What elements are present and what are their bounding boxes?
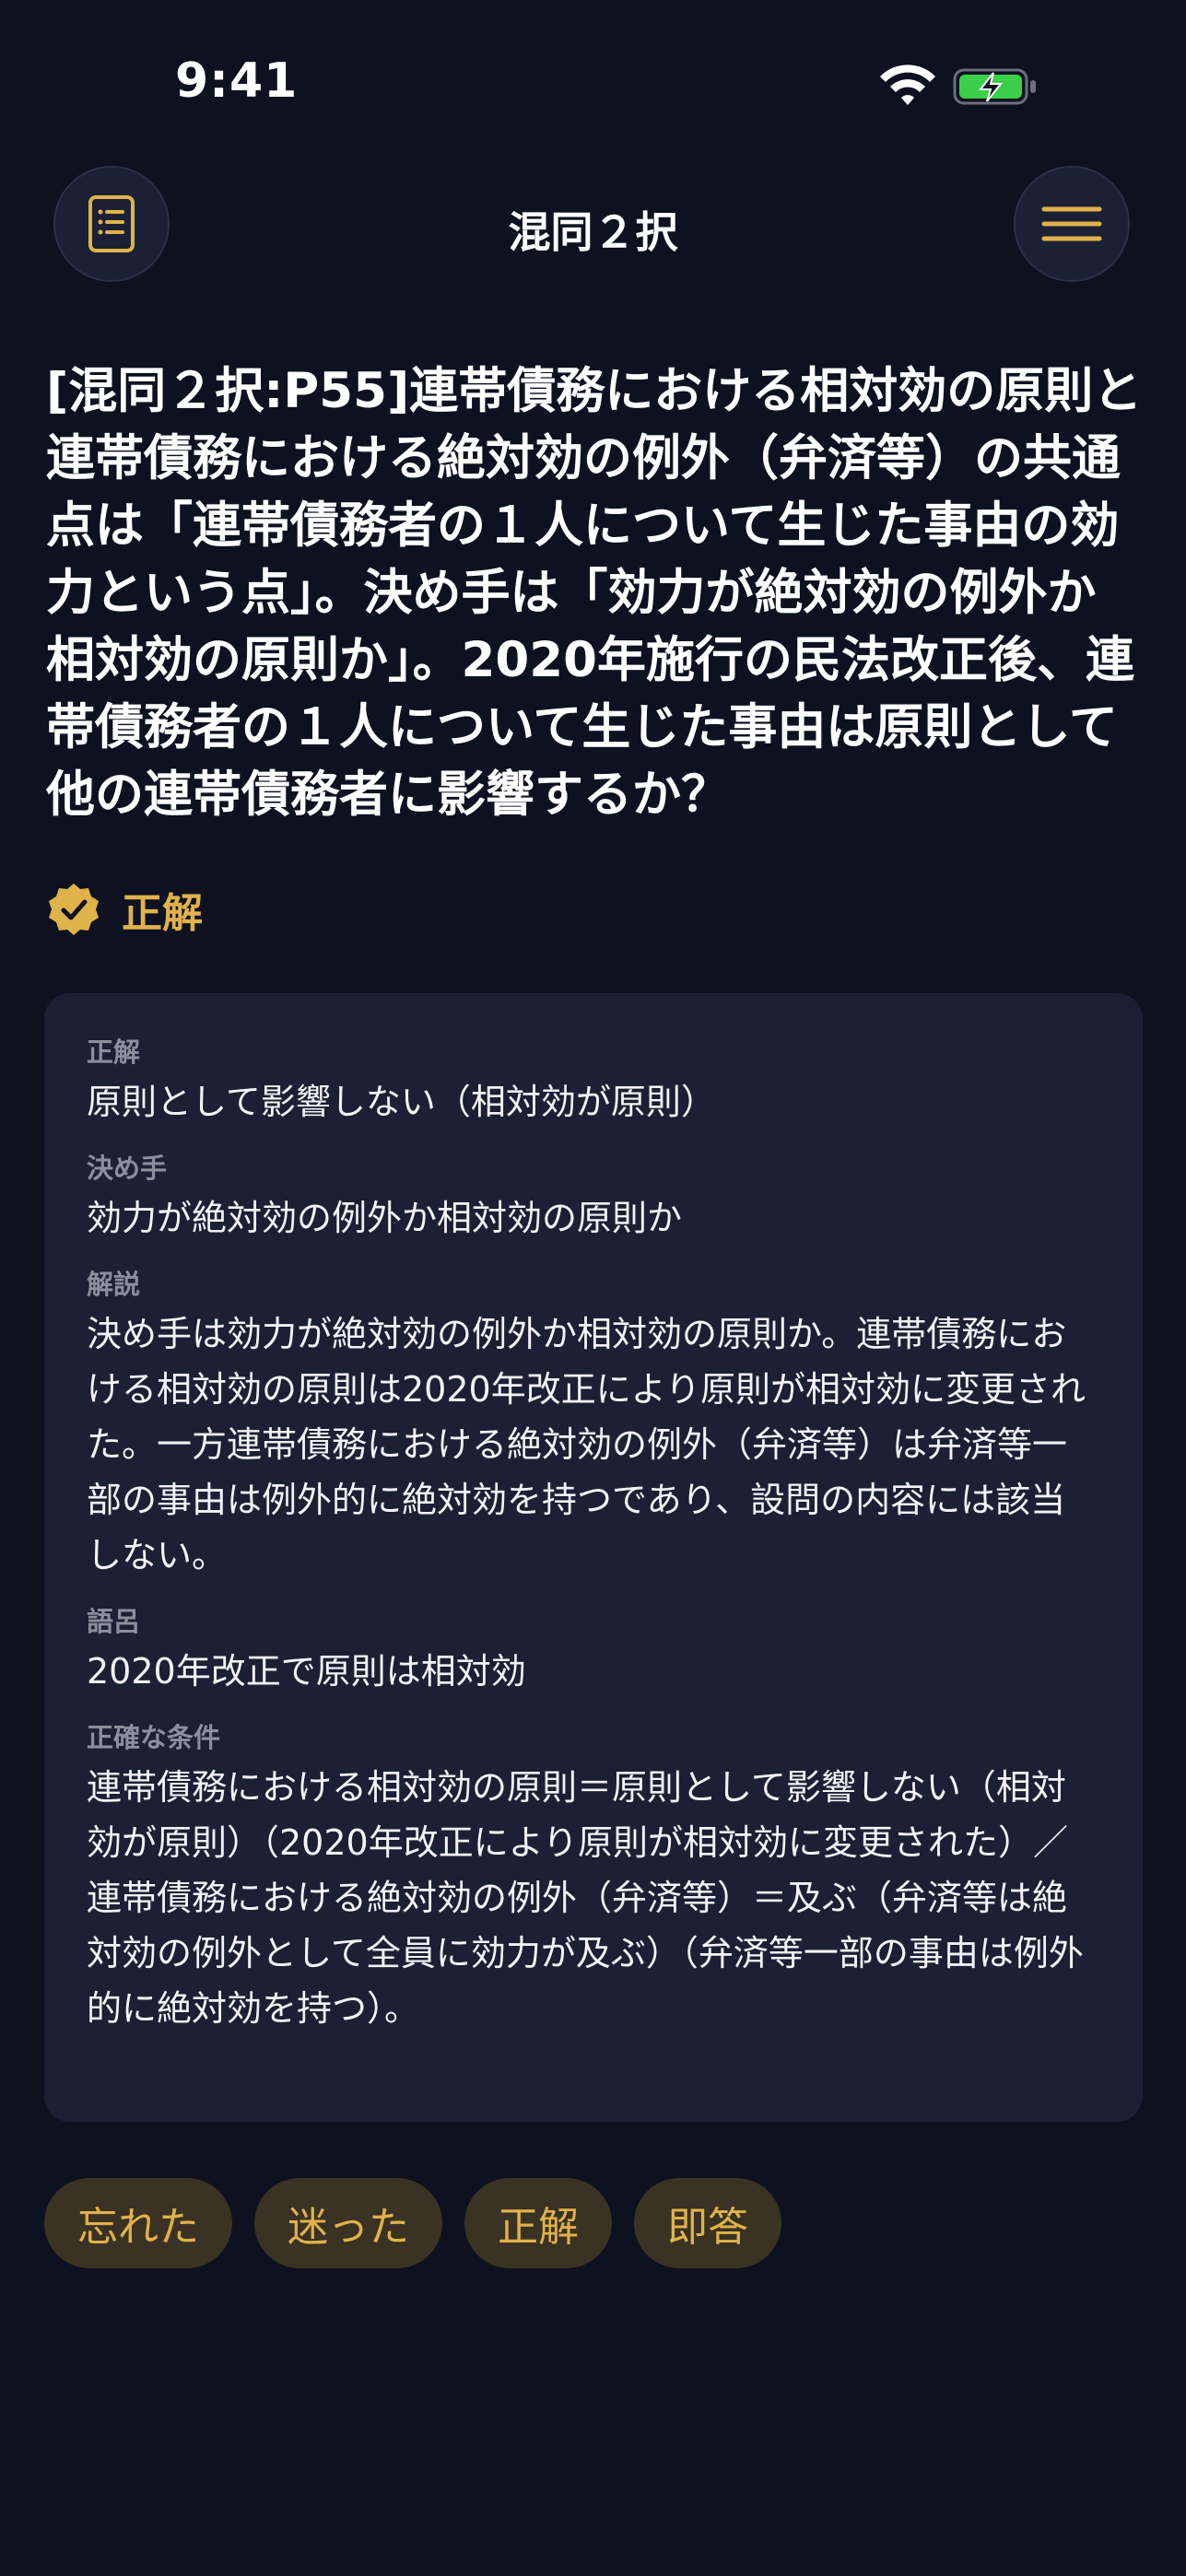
section-value: 連帯債務における相対効の原則＝原則として影響しない（相対効が原則）（2020年改…	[87, 1767, 1084, 2029]
section-explanation: 解説 決め手は効力が絶対効の例外か相対効の原則か。連帯債務における相対効の原則は…	[87, 1266, 1100, 1583]
section-deciding-factor: 決め手 効力が絶対効の例外か相対効の原則か	[87, 1150, 1100, 1246]
section-value: 2020年改正で原則は相対効	[87, 1651, 526, 1692]
wifi-icon	[880, 64, 935, 105]
section-label: 解説	[87, 1269, 141, 1300]
section-label: 語呂	[87, 1606, 141, 1637]
forgot-button[interactable]: 忘れた	[44, 2178, 232, 2268]
correct-button[interactable]: 正解	[464, 2178, 612, 2268]
section-value: 効力が絶対効の例外か相対効の原則か	[87, 1198, 683, 1238]
result-badge: 正解	[46, 877, 203, 942]
menu-button[interactable]	[1014, 166, 1130, 282]
battery-charging-icon	[953, 68, 1036, 105]
section-label: 正解	[87, 1036, 141, 1068]
verified-check-icon	[49, 884, 99, 935]
header: 混同２択	[0, 166, 1186, 286]
page-title: 混同２択	[508, 207, 678, 257]
section-mnemonic: 語呂 2020年改正で原則は相対効	[87, 1603, 1100, 1699]
section-value: 決め手は効力が絶対効の例外か相対効の原則か。連帯債務における相対効の原則は202…	[87, 1314, 1086, 1575]
section-value: 原則として影響しない（相対効が原則）	[87, 1082, 716, 1122]
status-time: 9:41	[175, 53, 299, 109]
question-text: [混同２択:P55]連帯債務における相対効の原則と連帯債務における絶対効の例外（…	[46, 363, 1143, 823]
answer-card: 正解 原則として影響しない（相対効が原則） 決め手 効力が絶対効の例外か相対効の…	[44, 993, 1143, 2122]
status-bar: 9:41	[0, 0, 1186, 175]
instant-answer-button[interactable]: 即答	[634, 2178, 781, 2268]
section-label: 正確な条件	[87, 1722, 221, 1753]
rating-buttons: 忘れた 迷った 正解 即答	[44, 2178, 781, 2268]
section-exact-conditions: 正確な条件 連帯債務における相対効の原則＝原則として影響しない（相対効が原則）（…	[87, 1719, 1100, 2036]
section-label: 決め手	[87, 1153, 168, 1184]
result-label: 正解	[122, 890, 203, 937]
menu-icon	[1041, 206, 1102, 241]
hesitated-button[interactable]: 迷った	[254, 2178, 442, 2268]
section-correct-answer: 正解 原則として影響しない（相対効が原則）	[87, 1034, 1100, 1130]
